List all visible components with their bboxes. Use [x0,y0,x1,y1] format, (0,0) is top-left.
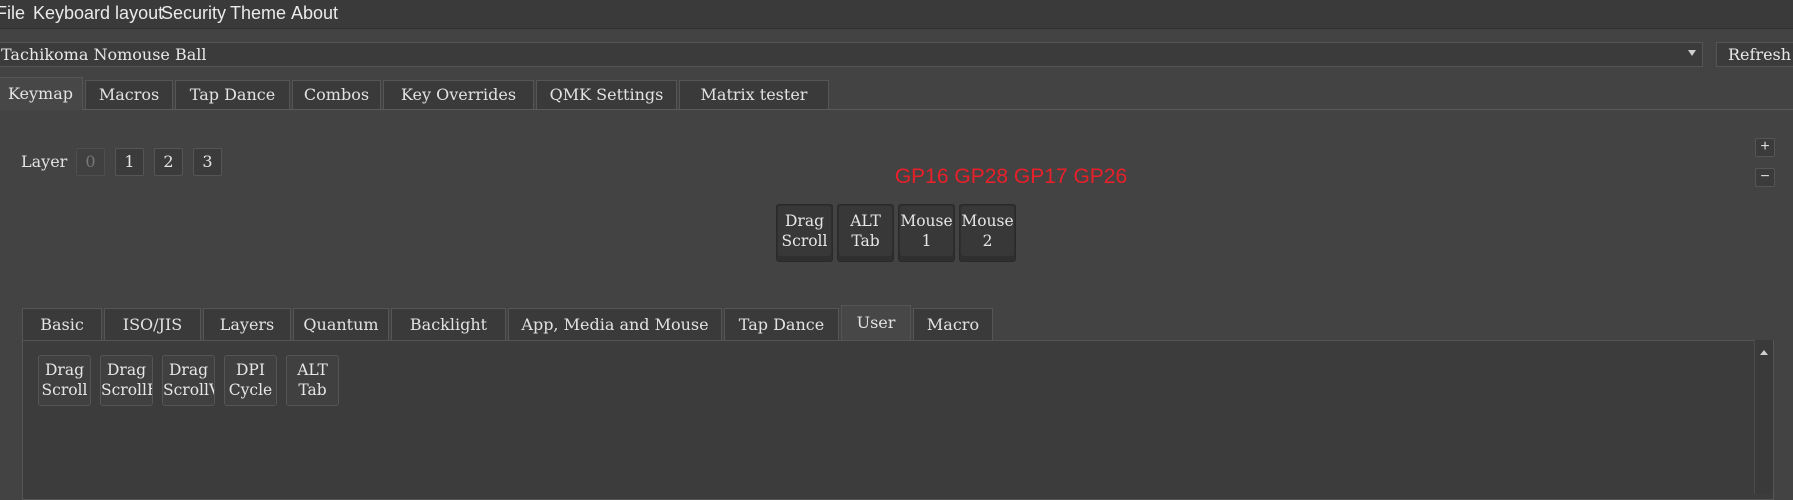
user-keycode-button[interactable]: Drag Scroll [38,355,91,406]
user-keycode-button[interactable]: Drag ScrollH [100,355,153,406]
keycode-panel [22,340,1774,500]
menu-security[interactable]: Security [161,3,226,24]
tab-macros[interactable]: Macros [85,80,173,109]
keycap: Mouse 2 [961,206,1014,256]
menu-about[interactable]: About [291,3,338,24]
keycap-line2: Tab [851,232,880,250]
tab-qmk-settings[interactable]: QMK Settings [536,80,677,109]
keycap-line2: 1 [921,232,932,250]
keycode-tab-quantum[interactable]: Quantum [293,308,389,340]
keycode-tab-backlight[interactable]: Backlight [391,308,506,340]
keycode-tab-iso-jis[interactable]: ISO/JIS [104,308,201,340]
menu-file[interactable]: File [0,3,25,24]
keycode-line1: Drag [107,361,146,379]
keycode-line2: Tab [298,381,327,399]
keyboard-key[interactable]: Drag Scroll [776,204,833,262]
chevron-down-icon [1688,50,1696,56]
device-select[interactable]: Tachikoma Nomouse Ball [0,42,1703,67]
arrow-up-icon[interactable] [1760,350,1768,355]
menu-bar: File Keyboard layout Security Theme Abou… [0,0,1793,29]
user-keycode-button[interactable]: Drag ScrollV [162,355,215,406]
tab-matrix-tester[interactable]: Matrix tester [679,80,829,109]
keycap: ALT Tab [839,206,892,256]
tab-tap-dance[interactable]: Tap Dance [175,80,290,109]
keyboard-key[interactable]: Mouse 1 [898,204,955,262]
menu-theme[interactable]: Theme [230,3,286,24]
keycap-line2: 2 [982,232,993,250]
keycode-line2: ScrollH [101,381,152,399]
keycode-line1: DPI [236,361,265,379]
matrix-pins-label: GP16 GP28 GP17 GP26 [894,165,1128,188]
keycode-line2: ScrollV [163,381,215,399]
keycap-line1: Drag [785,212,824,230]
keycode-line2: Scroll [41,381,88,399]
keyboard-key[interactable]: ALT Tab [837,204,894,262]
keycap-line1: Mouse [961,212,1014,230]
keycode-line1: ALT [297,361,328,379]
zoom-in-button[interactable]: + [1755,138,1775,157]
keycap-line1: ALT [850,212,881,230]
keycode-tab-user[interactable]: User [841,305,911,340]
tab-combos[interactable]: Combos [292,80,381,109]
refresh-button[interactable]: Refresh [1716,42,1793,67]
keycode-line2: Cycle [228,381,273,399]
keycode-line1: Drag [45,361,84,379]
keycode-line1: Drag [169,361,208,379]
keycap: Drag Scroll [778,206,831,256]
keycap-line2: Scroll [781,232,828,250]
tab-key-overrides[interactable]: Key Overrides [383,80,534,109]
keyboard-key[interactable]: Mouse 2 [959,204,1016,262]
user-keycode-button[interactable]: DPI Cycle [224,355,277,406]
keycode-tab-macro[interactable]: Macro [913,308,993,340]
keycode-tab-basic[interactable]: Basic [22,308,102,340]
keycap: Mouse 1 [900,206,953,256]
keycode-panel-scrollbar[interactable] [1754,340,1773,494]
keycap-line1: Mouse [900,212,953,230]
main-tabbar-divider [0,109,1793,110]
user-keycode-button[interactable]: ALT Tab [286,355,339,406]
keycode-tab-tap-dance[interactable]: Tap Dance [724,308,839,340]
menu-keyboard-layout[interactable]: Keyboard layout [33,3,163,24]
keycode-tab-layers[interactable]: Layers [203,308,291,340]
tab-keymap[interactable]: Keymap [0,77,83,110]
device-select-value: Tachikoma Nomouse Ball [1,45,207,64]
keycode-tab-app-media-mouse[interactable]: App, Media and Mouse [508,308,722,340]
